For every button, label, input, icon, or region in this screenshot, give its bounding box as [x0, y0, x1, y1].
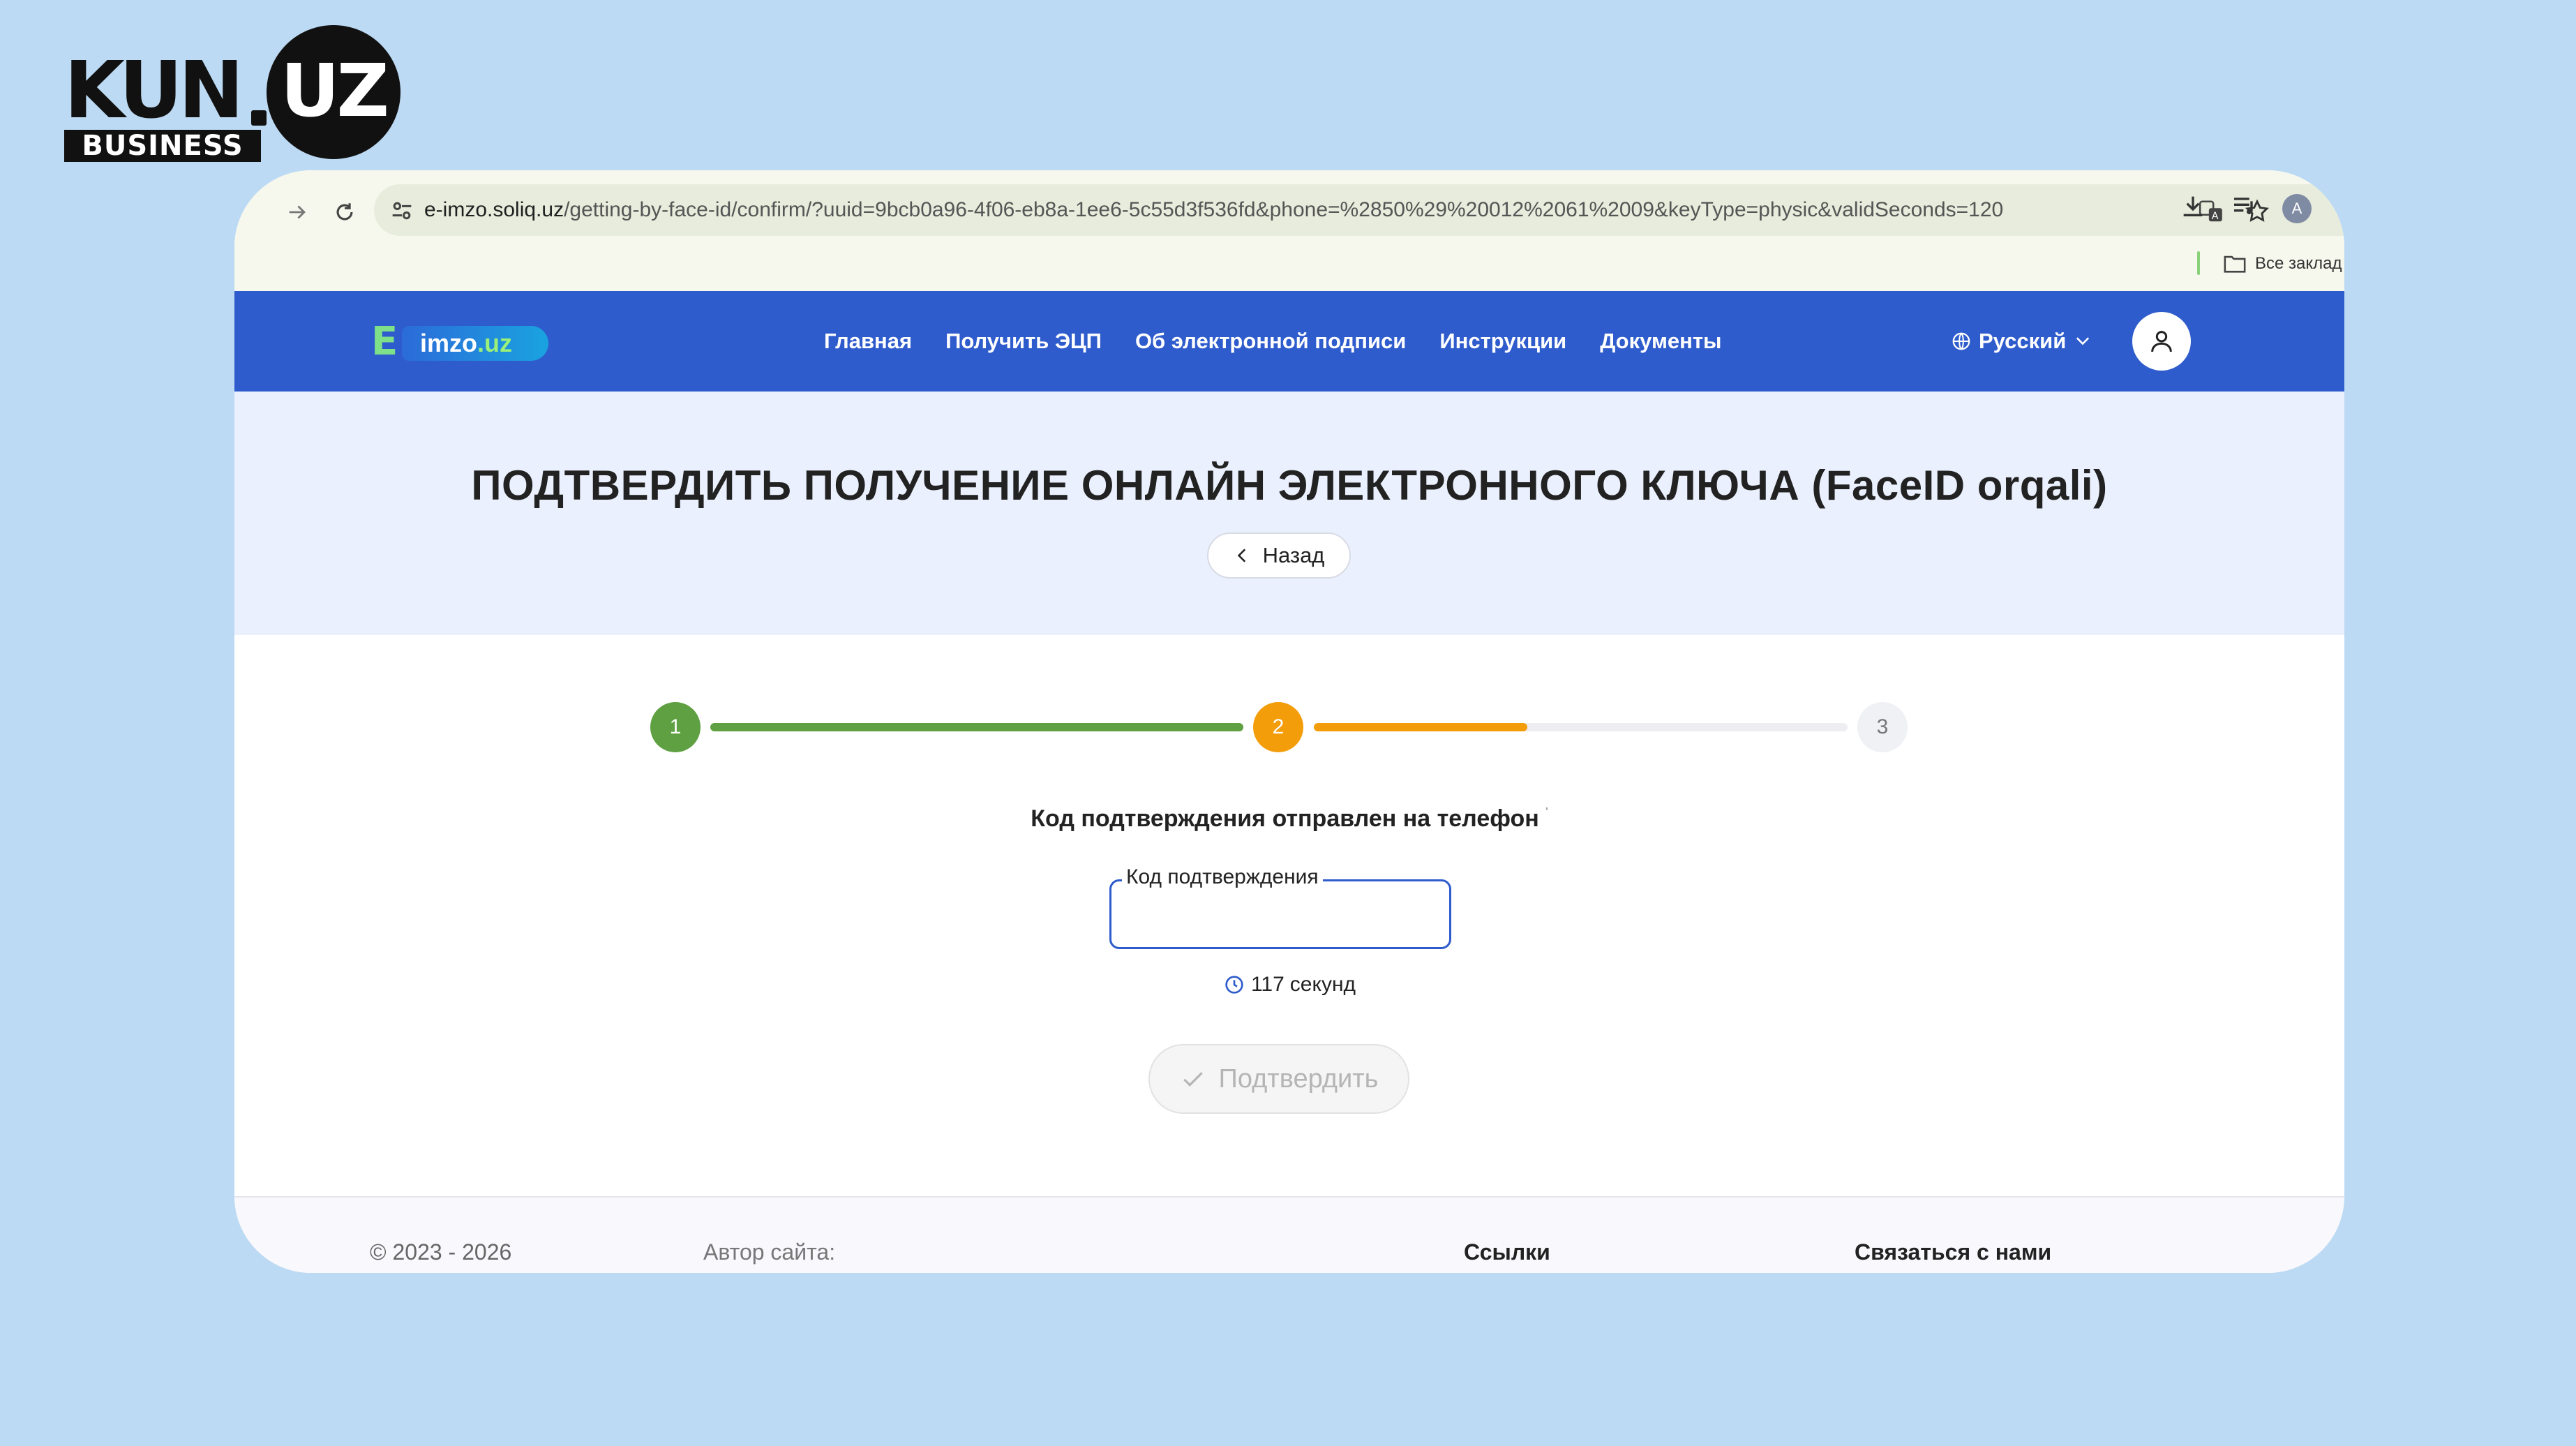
step-2: 2 — [1253, 702, 1303, 752]
user-profile-button[interactable] — [2132, 312, 2191, 371]
confirmation-code-input[interactable] — [1121, 896, 1441, 938]
browser-window: e-imzo.soliq.uz/getting-by-face-id/confi… — [234, 170, 2344, 1273]
nav-get-signature[interactable]: Получить ЭЦП — [945, 329, 1102, 354]
brand-business-text: BUSINESS — [64, 130, 261, 162]
timer-value: 117 — [1250, 973, 1285, 996]
brand-dot — [251, 110, 267, 126]
folder-icon — [2224, 255, 2246, 273]
e-imzo-logo[interactable]: imzo.uz E — [371, 320, 553, 364]
url-path: /getting-by-face-id/confirm/?uuid=9bcb0a… — [564, 198, 2004, 221]
user-icon — [2151, 331, 2172, 352]
url-text[interactable]: e-imzo.soliq.uz/getting-by-face-id/confi… — [424, 184, 2003, 236]
forward-icon[interactable] — [276, 191, 318, 233]
timer-unit: секунд — [1289, 973, 1356, 996]
code-sent-text: Код подтверждения отправлен на телефон — [1031, 805, 1539, 832]
language-selector[interactable]: Русский — [1951, 291, 2092, 392]
nav-documents[interactable]: Документы — [1600, 329, 1721, 354]
confirm-button[interactable]: Подтвердить — [1148, 1044, 1409, 1114]
browser-toolbar: e-imzo.soliq.uz/getting-by-face-id/confi… — [234, 170, 2344, 291]
stepper-track-1 — [710, 723, 1243, 731]
nav-home[interactable]: Главная — [824, 329, 912, 354]
logo-e-letter: E — [371, 319, 398, 364]
browser-profile-avatar[interactable]: A — [2282, 194, 2312, 223]
nav-about-signature[interactable]: Об электронной подписи — [1135, 329, 1406, 354]
chevron-down-icon — [2076, 337, 2090, 345]
step-3: 3 — [1857, 702, 1908, 752]
stepper-track-2-progress — [1314, 723, 1527, 731]
site-settings-icon[interactable] — [388, 197, 416, 225]
bookmark-separator — [2197, 251, 2200, 275]
svg-text:A: A — [2212, 211, 2219, 222]
back-button-label: Назад — [1262, 543, 1325, 567]
code-sent-suffix: ' — [1545, 805, 1548, 819]
back-button[interactable]: Назад — [1207, 532, 1351, 579]
kun-uz-business-logo: KUN UZ BUSINESS — [64, 25, 400, 165]
all-bookmarks-button[interactable]: Все заклад — [2223, 248, 2342, 279]
globe-icon — [1952, 332, 1970, 350]
countdown-timer: 117 секунд — [234, 973, 2344, 997]
media-control-icon[interactable] — [2229, 190, 2261, 222]
logo-text: imzo — [420, 329, 478, 357]
step-1: 1 — [650, 702, 701, 752]
reload-icon[interactable] — [324, 191, 366, 233]
code-field-label: Код подтверждения — [1122, 865, 1323, 889]
logo-tld: .uz — [477, 329, 513, 357]
main-nav: Главная Получить ЭЦП Об электронной подп… — [824, 291, 1722, 392]
page-hero: ПОДТВЕРДИТЬ ПОЛУЧЕНИЕ ОНЛАЙН ЭЛЕКТРОННОГ… — [234, 392, 2344, 635]
site-header: imzo.uz E Главная Получить ЭЦП Об электр… — [234, 291, 2344, 392]
check-icon — [1183, 1072, 1203, 1087]
url-host: e-imzo.soliq.uz — [424, 198, 564, 221]
page-title: ПОДТВЕРДИТЬ ПОЛУЧЕНИЕ ОНЛАЙН ЭЛЕКТРОННОГ… — [471, 462, 2108, 509]
footer-contact-heading: Связаться с нами — [1855, 1239, 2052, 1265]
footer-links-heading: Ссылки — [1464, 1239, 1550, 1265]
e-imzo-logo-pill: imzo.uz — [402, 326, 548, 361]
all-bookmarks-label: Все заклад — [2255, 254, 2342, 273]
brand-uz-text: UZ — [280, 48, 389, 133]
clock-icon — [1225, 976, 1243, 994]
code-sent-message: Код подтверждения отправлен на телефон ' — [234, 805, 2344, 833]
brand-kun-text: KUN — [64, 45, 244, 136]
download-icon[interactable] — [2177, 190, 2209, 222]
address-bar[interactable]: e-imzo.soliq.uz/getting-by-face-id/confi… — [374, 184, 2344, 236]
chevron-left-icon — [1237, 549, 1245, 562]
language-label: Русский — [1979, 329, 2067, 353]
footer-copyright: © 2023 - 2026 — [370, 1239, 512, 1265]
site-footer: © 2023 - 2026 Автор сайта: Ссылки Связат… — [234, 1196, 2344, 1273]
nav-instructions[interactable]: Инструкции — [1439, 329, 1566, 354]
confirm-button-label: Подтвердить — [1218, 1064, 1379, 1094]
footer-author: Автор сайта: — [703, 1239, 836, 1265]
